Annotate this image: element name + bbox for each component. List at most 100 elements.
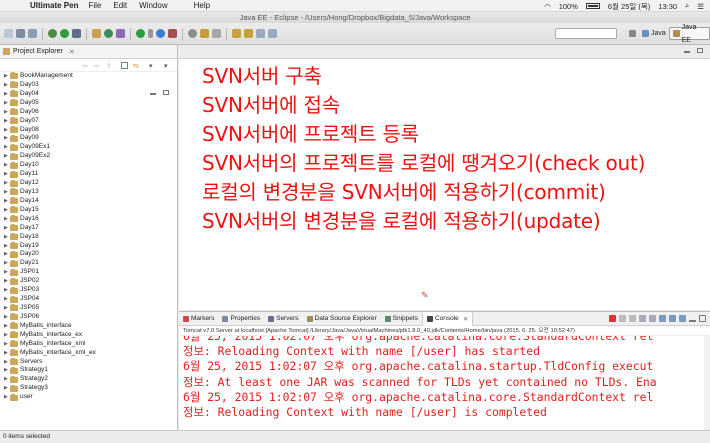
- project-tree-item[interactable]: ▶ Day17: [4, 224, 177, 233]
- server-icon[interactable]: [72, 29, 81, 38]
- perspective-java[interactable]: Java: [638, 27, 670, 40]
- run-last-icon[interactable]: [136, 29, 145, 38]
- project-tree-item[interactable]: ▶ Day09: [4, 134, 177, 143]
- debug-icon[interactable]: [48, 29, 57, 38]
- search-icon[interactable]: ⌕: [685, 1, 689, 11]
- project-tree-item[interactable]: ▶ Day05: [4, 99, 177, 108]
- run-icon[interactable]: [60, 29, 69, 38]
- project-tree-item[interactable]: ▶ Day18: [4, 233, 177, 242]
- save-icon[interactable]: [16, 29, 25, 38]
- editor-maximize-icon[interactable]: [697, 48, 703, 53]
- tab-properties[interactable]: Properties: [218, 312, 264, 326]
- project-tree-item[interactable]: ▶ Day13: [4, 188, 177, 197]
- project-tree-item[interactable]: ▶ Day15: [4, 206, 177, 215]
- project-tree-item[interactable]: ▶ MyBatis_interface_xml: [4, 340, 177, 349]
- battery-percent[interactable]: 100%: [559, 2, 578, 11]
- scroll-lock-icon[interactable]: [649, 315, 656, 322]
- project-tree-item[interactable]: ▶ MyBatis_interface_xml_ex: [4, 349, 177, 358]
- editor-minimize-icon[interactable]: [684, 51, 690, 53]
- project-tree-item[interactable]: ▶ JSP05: [4, 304, 177, 313]
- project-tree-item[interactable]: ▶ Strategy3: [4, 384, 177, 393]
- external-tools-icon[interactable]: [168, 29, 177, 38]
- link-editor-icon[interactable]: ⇆: [133, 62, 139, 70]
- more-menu-icon[interactable]: ▾: [164, 62, 168, 70]
- project-tree-item[interactable]: ▶ Day19: [4, 242, 177, 251]
- close-icon[interactable]: ✕: [463, 315, 468, 323]
- project-tree-item[interactable]: ▶ JSP02: [4, 277, 177, 286]
- new-package-icon[interactable]: [92, 29, 101, 38]
- clock-time[interactable]: 13:30: [658, 2, 677, 11]
- close-icon[interactable]: ✕: [69, 48, 75, 56]
- search-icon[interactable]: [188, 29, 197, 38]
- open-console-icon[interactable]: [679, 315, 686, 322]
- minimize-icon[interactable]: [150, 93, 156, 95]
- coverage-icon[interactable]: [156, 29, 165, 38]
- wifi-icon[interactable]: ◠: [544, 2, 551, 11]
- tab-project-explorer[interactable]: Project Explorer ✕: [0, 45, 177, 95]
- project-tree-item[interactable]: ▶ JSP06: [4, 313, 177, 322]
- project-tree-item[interactable]: ▶ Day16: [4, 215, 177, 224]
- battery-icon[interactable]: [585, 3, 600, 9]
- open-type-icon[interactable]: [116, 29, 125, 38]
- menu-help[interactable]: Help: [194, 1, 210, 10]
- maximize-icon[interactable]: [163, 90, 169, 95]
- clock-date[interactable]: 6월 25일 (목): [608, 1, 650, 12]
- project-tree-item[interactable]: ▶ Day09Ex2: [4, 152, 177, 161]
- project-tree-item[interactable]: ▶ Day06: [4, 108, 177, 117]
- quick-access-input[interactable]: [555, 28, 617, 39]
- collapse-all-icon[interactable]: [121, 62, 128, 69]
- project-tree-item[interactable]: ▶ Day20: [4, 250, 177, 259]
- project-tree-item[interactable]: ▶ Day07: [4, 117, 177, 126]
- run-dropdown-icon[interactable]: [148, 29, 153, 38]
- project-tree-item[interactable]: ▶ JSP01: [4, 268, 177, 277]
- project-tree-item[interactable]: ▶ Day11: [4, 170, 177, 179]
- menu-edit[interactable]: Edit: [113, 1, 127, 10]
- tab-servers[interactable]: Servers: [264, 312, 302, 326]
- tab-data-source-explorer[interactable]: Data Source Explorer: [303, 312, 381, 326]
- new-class-icon[interactable]: [104, 29, 113, 38]
- pencil-icon[interactable]: [200, 29, 209, 38]
- annotation-icon[interactable]: [212, 29, 221, 38]
- project-tree-item[interactable]: ▶ Day10: [4, 161, 177, 170]
- tab-markers[interactable]: Markers: [179, 312, 218, 326]
- console-output[interactable]: 6월 25, 2015 1:02:07 오후 org.apache.catali…: [179, 336, 710, 431]
- remove-launch-icon[interactable]: [619, 315, 626, 322]
- project-tree-item[interactable]: ▶ Day14: [4, 197, 177, 206]
- forward-icon[interactable]: [268, 29, 277, 38]
- project-tree-item[interactable]: ▶ user: [4, 393, 177, 402]
- prev-annotation-icon[interactable]: [244, 29, 253, 38]
- project-tree-item[interactable]: ▶ MyBatis_interface_ex: [4, 331, 177, 340]
- remove-all-icon[interactable]: [629, 315, 636, 322]
- forward-nav-icon[interactable]: ⇨: [94, 62, 100, 70]
- save-all-icon[interactable]: [28, 29, 37, 38]
- next-annotation-icon[interactable]: [232, 29, 241, 38]
- tab-snippets[interactable]: Snippets: [381, 312, 422, 326]
- project-tree-item[interactable]: ▶ MyBatis_interface: [4, 322, 177, 331]
- display-console-icon[interactable]: [669, 315, 676, 322]
- project-tree-item[interactable]: ▶ JSP04: [4, 295, 177, 304]
- clear-console-icon[interactable]: [639, 315, 646, 322]
- app-name-menu[interactable]: Ultimate Pen: [30, 1, 78, 10]
- project-tree-item[interactable]: ▶ JSP03: [4, 286, 177, 295]
- view-menu-icon[interactable]: ▾: [149, 62, 153, 70]
- project-tree-item[interactable]: ▶ Day03: [4, 81, 177, 90]
- project-tree-item[interactable]: ▶ Day21: [4, 259, 177, 268]
- project-tree-item[interactable]: ▶ Day08: [4, 126, 177, 135]
- project-tree-item[interactable]: ▶ Servers: [4, 358, 177, 367]
- project-tree-item[interactable]: ▶ Day09Ex1: [4, 143, 177, 152]
- up-nav-icon[interactable]: ⇧: [106, 62, 112, 70]
- tab-console[interactable]: Console ✕: [421, 311, 474, 326]
- terminate-icon[interactable]: [609, 315, 616, 322]
- new-icon[interactable]: [4, 29, 13, 38]
- console-scrollbar[interactable]: [704, 336, 710, 431]
- back-nav-icon[interactable]: ⇦: [82, 62, 88, 70]
- console-maximize-icon[interactable]: [699, 315, 706, 322]
- menu-window[interactable]: Window: [139, 1, 167, 10]
- menu-list-icon[interactable]: ☰: [697, 2, 704, 11]
- project-tree-item[interactable]: ▶ Strategy1: [4, 366, 177, 375]
- project-tree-item[interactable]: ▶ Day12: [4, 179, 177, 188]
- project-tree-item[interactable]: ▶ BookManagement: [4, 72, 177, 81]
- pin-console-icon[interactable]: [659, 315, 666, 322]
- perspective-java-ee[interactable]: Java EE: [669, 24, 710, 44]
- console-minimize-icon[interactable]: [689, 315, 696, 322]
